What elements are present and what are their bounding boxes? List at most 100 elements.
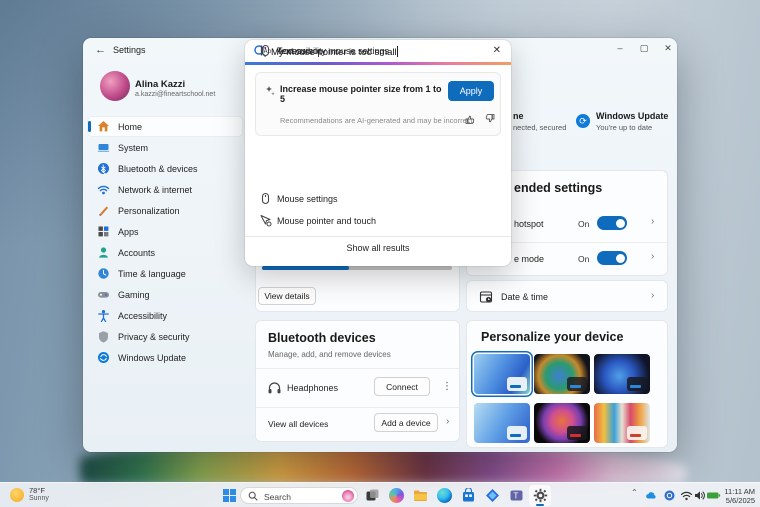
result-mouse-settings[interactable]: Mouse settings — [245, 188, 511, 210]
theme-thumbnail-1[interactable] — [474, 354, 530, 394]
teams-icon[interactable]: T — [509, 488, 524, 503]
apps-icon — [97, 225, 110, 238]
hotspot-toggle[interactable] — [597, 216, 627, 230]
bluetooth-subtitle: Manage, add, and remove devices — [268, 350, 391, 359]
headphones-icon — [267, 381, 282, 395]
window-title: Settings — [113, 45, 146, 55]
windows-start-icon[interactable] — [222, 488, 237, 503]
task-view-icon[interactable] — [365, 488, 380, 503]
wifi-icon[interactable] — [680, 489, 693, 502]
bluetooth-icon — [97, 162, 110, 175]
ai-suggestion-card: Increase mouse pointer size from 1 to 5 … — [255, 72, 501, 136]
theme-thumbnail-6[interactable] — [594, 403, 650, 443]
sidebar-item-label: Network & internet — [118, 185, 192, 195]
sidebar-item-home[interactable]: Home — [88, 117, 242, 136]
volume-icon[interactable] — [693, 489, 706, 502]
view-all-devices-link[interactable]: View all devices — [268, 419, 328, 429]
theme-thumbnail-3[interactable] — [594, 354, 650, 394]
sidebar-item-gaming[interactable]: Gaming — [88, 285, 242, 304]
network-name-fragment: ne — [513, 111, 524, 121]
sidebar-item-apps[interactable]: Apps — [88, 222, 242, 241]
sidebar-item-label: Privacy & security — [118, 332, 190, 342]
device-name: Headphones — [287, 383, 338, 393]
result-label: Mouse pointer and touch — [277, 216, 376, 226]
mode-toggle[interactable] — [597, 251, 627, 265]
ai-gradient-line — [245, 62, 511, 65]
copilot-icon[interactable] — [389, 488, 404, 503]
sidebar-item-label: Windows Update — [118, 353, 186, 363]
time-language-icon — [97, 267, 110, 280]
theme-thumbnail-2[interactable] — [534, 354, 590, 394]
minimize-button[interactable]: – — [611, 41, 629, 55]
network-status-fragment: nected, secured — [513, 123, 566, 132]
apply-button[interactable]: Apply — [448, 81, 494, 101]
chevron-right-icon: › — [446, 416, 449, 427]
tray-time[interactable]: 11:11 AM — [724, 488, 755, 496]
thumbs-up-icon[interactable] — [464, 113, 476, 125]
tray-chevron-up-icon[interactable]: ⌃ — [631, 488, 638, 497]
sidebar-item-label: Time & language — [118, 269, 186, 279]
view-details-button[interactable]: View details — [258, 287, 316, 305]
search-placeholder: Search — [264, 492, 291, 502]
weather-temp[interactable]: 78°F — [29, 486, 45, 495]
weather-condition[interactable]: Sunny — [29, 495, 49, 502]
date-time-card[interactable]: Date & time › — [466, 280, 668, 312]
result-mouse-pointer-touch[interactable]: Mouse pointer and touch — [245, 210, 511, 232]
row-label-fragment: e mode — [514, 254, 544, 264]
sidebar-item-system[interactable]: System — [88, 138, 242, 157]
result-text-cursor[interactable]: Ab Text cursor — [245, 40, 511, 62]
chevron-right-icon: › — [651, 216, 654, 227]
back-arrow-icon[interactable]: ← — [95, 44, 106, 56]
sidebar-item-label: Bluetooth & devices — [118, 164, 198, 174]
text-cursor-icon: Ab — [259, 44, 272, 57]
show-all-results-link[interactable]: Show all results — [245, 243, 511, 253]
avatar[interactable] — [100, 71, 130, 101]
tray-app-icon[interactable] — [663, 489, 676, 502]
taskbar: 78°F Sunny Search T — [0, 482, 760, 507]
sidebar-item-windows-update[interactable]: Windows Update — [88, 348, 242, 367]
svg-text:T: T — [513, 491, 519, 500]
tray-date[interactable]: 5/6/2025 — [726, 497, 755, 505]
thumbs-down-icon[interactable] — [484, 113, 496, 125]
onedrive-cloud-icon[interactable] — [645, 489, 658, 502]
battery-icon[interactable] — [706, 489, 721, 502]
sidebar-item-accessibility[interactable]: Accessibility — [88, 306, 242, 325]
edge-icon[interactable] — [437, 488, 452, 503]
settings-gear-icon[interactable] — [533, 488, 548, 503]
sidebar-item-network[interactable]: Network & internet — [88, 180, 242, 199]
theme-thumbnail-5[interactable] — [534, 403, 590, 443]
personalization-icon — [97, 204, 110, 217]
close-button[interactable]: ✕ — [659, 41, 677, 55]
sidebar-item-bluetooth[interactable]: Bluetooth & devices — [88, 159, 242, 178]
connect-button[interactable]: Connect — [374, 377, 430, 396]
desktop: ← Settings – ▢ ✕ Alina Kazzi a.kazzi@fin… — [0, 0, 760, 507]
date-time-label: Date & time — [501, 292, 548, 302]
update-banner-title[interactable]: Windows Update — [596, 111, 668, 121]
accounts-icon — [97, 246, 110, 259]
weather-sun-icon[interactable] — [10, 488, 24, 502]
result-label: Text cursor — [277, 46, 321, 56]
maximize-button[interactable]: ▢ — [635, 41, 653, 55]
taskbar-search-box[interactable]: Search — [240, 487, 358, 504]
windows-update-banner-icon: ⟳ — [576, 114, 590, 128]
microsoft-store-icon[interactable] — [461, 488, 476, 503]
sidebar-item-accounts[interactable]: Accounts — [88, 243, 242, 262]
privacy-icon — [97, 330, 110, 343]
sidebar-item-personalization[interactable]: Personalization — [88, 201, 242, 220]
settings-window: ← Settings – ▢ ✕ Alina Kazzi a.kazzi@fin… — [83, 38, 677, 452]
m365-copilot-icon[interactable] — [485, 488, 500, 503]
user-email: a.kazzi@fineartschool.net — [135, 91, 215, 98]
windows-update-icon — [97, 351, 110, 364]
sidebar-item-time-language[interactable]: Time & language — [88, 264, 242, 283]
svg-text:Ab: Ab — [264, 48, 272, 55]
kebab-menu-icon[interactable]: ⋮ — [442, 381, 452, 392]
sidebar-item-privacy[interactable]: Privacy & security — [88, 327, 242, 346]
storage-progress-fill — [262, 266, 349, 270]
add-device-button[interactable]: Add a device — [374, 413, 438, 432]
bluetooth-title: Bluetooth devices — [268, 331, 376, 345]
theme-thumbnail-4[interactable] — [474, 403, 530, 443]
file-explorer-icon[interactable] — [413, 488, 428, 503]
system-icon — [97, 141, 110, 154]
search-icon — [248, 491, 258, 501]
ai-suggestion-text: Increase mouse pointer size from 1 to 5 — [280, 84, 448, 104]
